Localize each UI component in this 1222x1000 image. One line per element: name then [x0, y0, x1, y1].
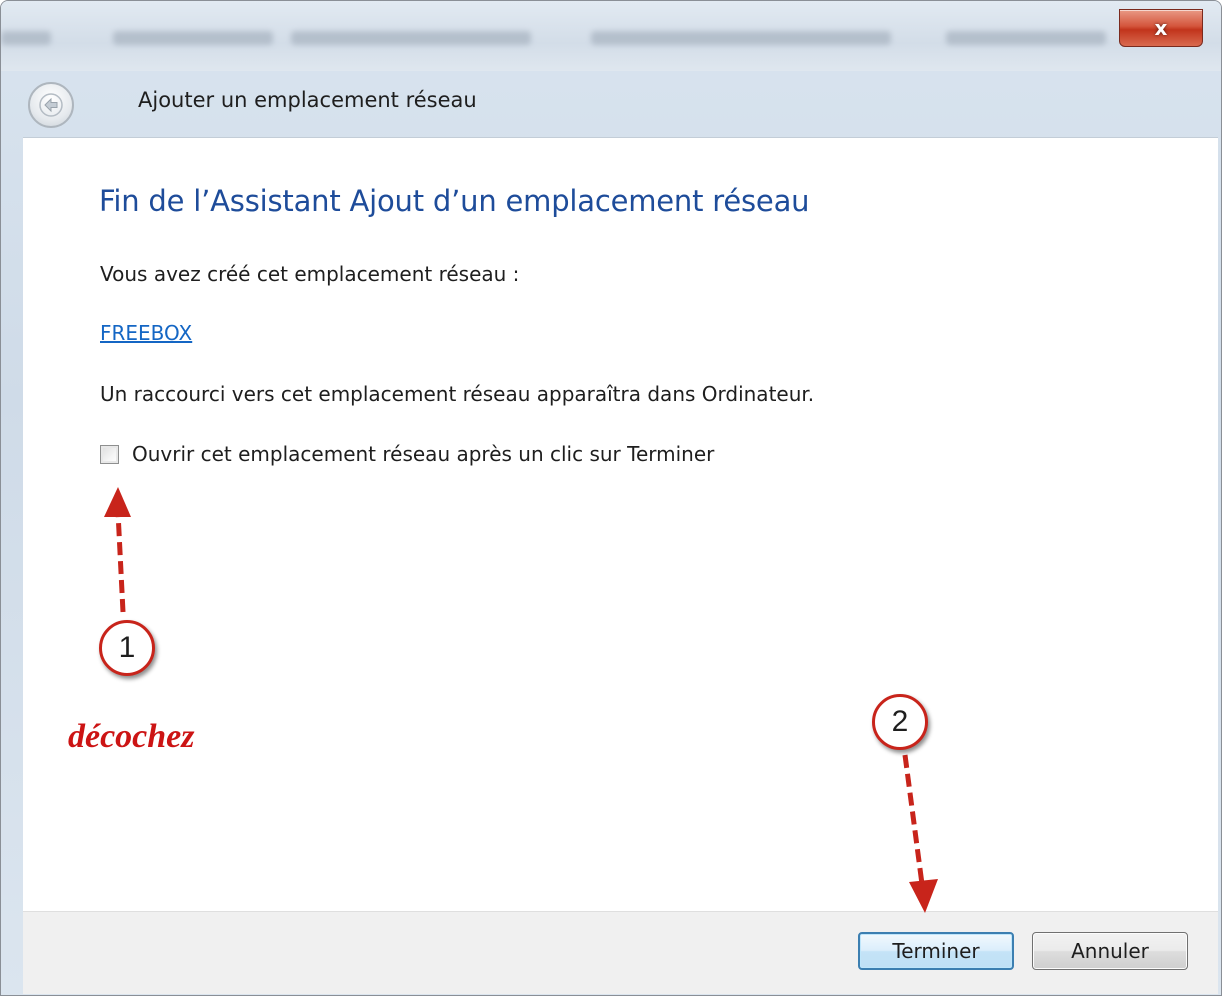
shortcut-info-text: Un raccourci vers cet emplacement réseau… [100, 382, 815, 406]
page-heading: Fin de l’Assistant Ajout d’un emplacemen… [99, 184, 810, 218]
cancel-button[interactable]: Annuler [1032, 932, 1188, 970]
wizard-footer: Terminer Annuler [23, 911, 1218, 994]
open-location-option[interactable]: Ouvrir cet emplacement réseau après un c… [100, 442, 714, 466]
close-button[interactable]: x [1119, 9, 1203, 47]
wizard-window: x Ajouter un emplacement réseau Fin de l… [0, 0, 1222, 996]
open-location-checkbox-label[interactable]: Ouvrir cet emplacement réseau après un c… [132, 442, 714, 466]
blurred-background-tabs [1, 1, 1221, 71]
finish-button[interactable]: Terminer [858, 932, 1014, 970]
location-link[interactable]: FREEBOX [100, 321, 192, 345]
wizard-content: Fin de l’Assistant Ajout d’un emplacemen… [23, 137, 1218, 912]
back-button[interactable] [28, 82, 74, 128]
title-bar: x [1, 1, 1221, 71]
created-text: Vous avez créé cet emplacement réseau : [100, 262, 520, 286]
close-icon: x [1154, 16, 1168, 40]
back-arrow-icon [39, 93, 63, 117]
wizard-title: Ajouter un emplacement réseau [138, 88, 477, 112]
navigation-bar: Ajouter un emplacement réseau [1, 71, 1221, 137]
open-location-checkbox[interactable] [100, 444, 119, 464]
